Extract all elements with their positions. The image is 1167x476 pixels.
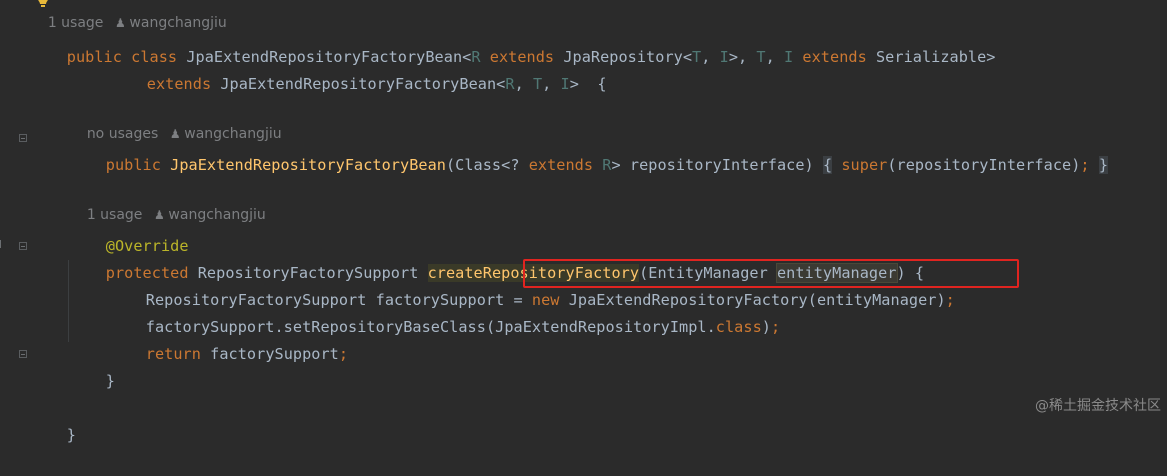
type-param: T [532,75,543,93]
type-param: I [560,75,570,93]
keyword: extends [528,156,594,174]
folded-brace[interactable]: { [822,156,833,174]
code-token: ; [338,345,349,363]
type-param: T [692,48,702,66]
keyword: extends [802,48,867,66]
code-token: , [765,48,785,66]
code-token: ; [770,318,781,336]
keyword: public [105,156,161,174]
type-param: R [505,75,515,93]
folded-brace[interactable]: } [1098,156,1109,174]
code-line-annotation[interactable]: @Override [69,206,189,255]
code-line-extends[interactable]: extends JpaExtendRepositoryFactoryBean<R… [110,44,607,93]
lightbulb-icon[interactable] [38,0,48,8]
keyword: return [145,345,201,363]
type-param: T [756,48,766,66]
usage-hint-top[interactable]: 1 usage ♟ wangchangjiu [30,0,227,31]
override-marker[interactable] [0,240,7,248]
keyword: class [715,318,762,336]
code-line-return[interactable]: return factorySupport; [109,314,348,363]
code-token: > repositoryInterface) [611,156,814,174]
code-token: factorySupport [210,345,339,363]
code-token: JpaExtendRepositoryFactoryBean< [220,75,506,93]
type-param: I [719,48,729,66]
code-editor[interactable]: 1 usage ♟ wangchangjiu public class JpaExt… [0,0,1167,444]
code-token: , [542,75,561,93]
fold-marker[interactable] [19,134,27,142]
constructor-name: JpaExtendRepositoryFactoryBean [170,156,446,174]
code-token: ; [1080,156,1090,174]
code-line-method-signature[interactable]: protected RepositoryFactorySupport creat… [69,233,924,283]
code-token: ; [945,291,955,309]
code-token: (repositoryInterface) [887,156,1081,174]
code-line-constructor[interactable]: public JpaExtendRepositoryFactoryBean(Cl… [69,125,1109,174]
code-line-method-close[interactable]: } [69,341,115,390]
code-token: Serializable> [875,48,996,66]
code-line-set-base-class[interactable]: factorySupport.setRepositoryBaseClass(Jp… [109,287,780,336]
code-line-class-close[interactable]: } [30,395,76,444]
code-token: (Class<? [445,156,529,174]
highlight-box [523,259,1019,288]
code-token: > { [569,75,607,93]
code-token: , [514,75,533,93]
usage-hint-method[interactable]: 1 usage ♟ wangchangjiu [69,182,266,223]
keyword: super [841,156,888,174]
watermark: @稀土掘金技术社区 [1035,398,1161,414]
code-token: } [66,426,76,444]
fold-marker[interactable] [19,350,27,358]
code-token: >, [728,48,757,66]
keyword: extends [146,75,212,93]
code-line-class-declaration[interactable]: public class JpaExtendRepositoryFactoryB… [30,17,996,66]
code-token: ) [761,318,771,336]
type-param: I [784,48,794,66]
fold-marker[interactable] [19,242,27,250]
usage-hint-constructor[interactable]: no usages ♟ wangchangjiu [69,101,282,142]
code-token: , [701,48,720,66]
code-token: } [105,372,115,390]
indent-guide [68,260,69,342]
